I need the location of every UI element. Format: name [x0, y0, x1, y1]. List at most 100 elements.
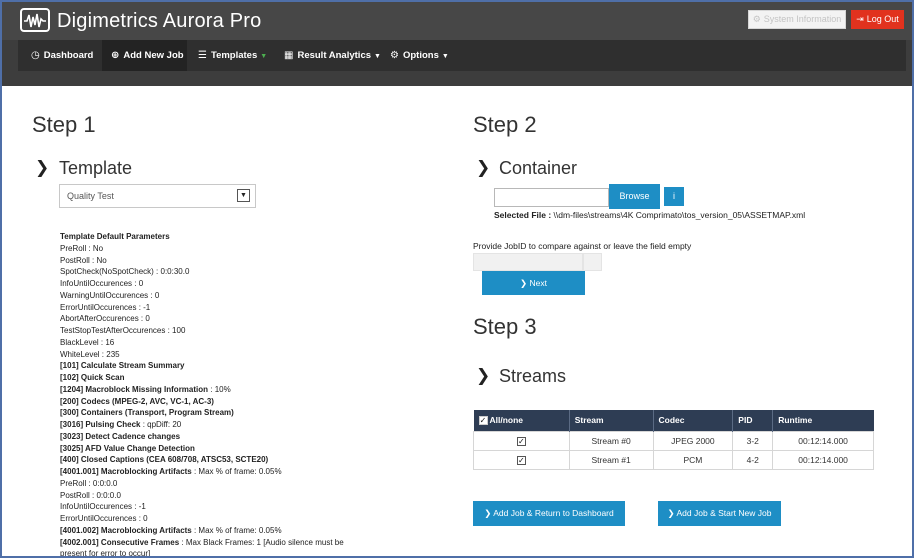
stream-cell: Stream #1	[568, 449, 654, 470]
param-line: [200] Codecs (MPEG-2, AVC, VC-1, AC-3)	[60, 396, 360, 408]
nav-options-label: Options	[402, 50, 439, 61]
param-value: PostRoll : No	[60, 255, 107, 265]
table-row: ✓ Stream #1 PCM 4-2 00:12:14.000	[473, 449, 874, 470]
param-line: [1204] Macroblock Missing Information : …	[60, 384, 360, 396]
streams-section-title: Streams	[499, 366, 567, 386]
param-value: InfoUntilOccurences : -1	[60, 502, 146, 512]
param-name: [200] Codecs (MPEG-2, AVC, VC-1, AC-3)	[60, 396, 214, 406]
param-value: WarningUntilOccurences : 0	[60, 290, 160, 300]
plus-circle-icon: ⊕	[111, 50, 120, 61]
jobid-addon	[583, 253, 602, 271]
info-icon[interactable]: i	[664, 187, 684, 206]
step3-title: Step 3	[473, 314, 537, 339]
stream-cell: Stream #0	[568, 430, 654, 451]
chevron-right-icon: ❯	[667, 508, 677, 518]
caret-down-icon: ▼	[260, 53, 268, 60]
top-bar: Digimetrics Aurora Pro ⚙ System Informati…	[2, 2, 912, 40]
param-line: PostRoll : No	[60, 255, 360, 267]
param-value: WhiteLevel : 235	[60, 349, 120, 359]
nav-menu: ◷ Dashboard ⊕ Add New Job ☰ Templates ▼ ▦ Res…	[18, 40, 906, 71]
container-section-title: Container	[499, 158, 578, 178]
next-button[interactable]: ❯ Next	[482, 271, 585, 295]
nav-templates[interactable]: ☰ Templates ▼	[190, 40, 272, 71]
nav-templates-label: Templates	[210, 50, 258, 61]
param-line: ErrorUntilOccurences : 0	[60, 513, 360, 525]
param-line: WarningUntilOccurences : 0	[60, 290, 360, 302]
param-line: [102] Quick Scan	[60, 372, 360, 384]
file-input[interactable]	[494, 188, 609, 207]
param-value: : 10%	[208, 384, 231, 394]
step1-title: Step 1	[32, 112, 96, 137]
param-value: ErrorUntilOccurences : -1	[60, 302, 151, 312]
row-checkbox-cell: ✓	[473, 449, 570, 470]
param-line: AbortAfterOccurences : 0	[60, 313, 360, 325]
nav-result-analytics-label: Result Analytics	[297, 50, 372, 61]
selected-file-path: \\dm-files\streams\4K Comprimato\tos_ver…	[551, 210, 806, 220]
param-name: [3025] AFD Value Change Detection	[60, 443, 195, 453]
param-value: PostRoll : 0:0:0.0	[60, 490, 121, 500]
add-job-return-button[interactable]: ❯ Add Job & Return to Dashboard	[473, 501, 625, 526]
codec-cell: PCM	[652, 449, 734, 470]
param-line: [300] Containers (Transport, Program Str…	[60, 407, 360, 419]
chevron-right-icon: ❯	[484, 508, 494, 518]
param-line: TestStopTestAfterOccurences : 100	[60, 325, 360, 337]
row-checkbox[interactable]: ✓	[516, 436, 526, 446]
pid-cell: 4-2	[732, 449, 774, 470]
jobid-prompt: Provide JobID to compare against or leav…	[473, 241, 692, 251]
column-header-codec: Codec	[653, 410, 734, 431]
table-icon: ▦	[284, 50, 294, 61]
row-checkbox[interactable]: ✓	[516, 455, 526, 465]
param-value: : Max % of frame: 0.05%	[191, 525, 282, 535]
selected-file: Selected File : \\dm-files\streams\4K Co…	[494, 210, 805, 220]
caret-down-icon: ▼	[374, 53, 381, 60]
nav-dashboard-label: Dashboard	[43, 50, 94, 61]
param-value: SpotCheck(NoSpotCheck) : 0:0:30.0	[60, 267, 190, 277]
jobid-input[interactable]	[473, 253, 583, 271]
browse-button[interactable]: Browse	[609, 184, 660, 209]
param-name: [3016] Pulsing Check	[60, 420, 141, 429]
chevron-right-icon: ❯	[476, 366, 491, 385]
param-line: ErrorUntilOccurences : -1	[60, 302, 360, 314]
column-header-all-none[interactable]: ✓ All/none	[473, 410, 570, 431]
column-header-runtime: Runtime	[772, 410, 874, 431]
app-brand: Digimetrics Aurora Pro	[57, 10, 262, 32]
selected-file-label: Selected File :	[494, 210, 552, 220]
param-line: [101] Calculate Stream Summary	[60, 360, 360, 372]
param-line: BlackLevel : 16	[60, 337, 360, 349]
system-information-button[interactable]: ⚙ System Information	[748, 10, 846, 29]
runtime-cell: 00:12:14.000	[772, 430, 874, 451]
param-line: InfoUntilOccurences : -1	[60, 501, 360, 513]
param-line: [3016] Pulsing Check : qpDiff: 20	[60, 419, 360, 431]
nav-options[interactable]: ⚙ Options ▼	[382, 40, 462, 71]
param-value: AbortAfterOccurences : 0	[60, 314, 150, 324]
param-line: [3025] AFD Value Change Detection	[60, 443, 360, 455]
table-row: ✓ Stream #0 JPEG 2000 3-2 00:12:14.000	[473, 430, 874, 451]
param-value: ErrorUntilOccurences : 0	[60, 514, 148, 523]
chevron-right-icon: ❯	[476, 158, 491, 177]
params-title: Template Default Parameters	[60, 232, 170, 241]
pid-cell: 3-2	[732, 430, 774, 451]
nav-add-new-job[interactable]: ⊕ Add New Job	[102, 40, 187, 71]
param-line: PreRoll : 0:0:0.0	[60, 478, 360, 490]
row-checkbox-cell: ✓	[473, 430, 570, 451]
logout-button[interactable]: ⇥ Log Out	[851, 10, 904, 29]
app-window: Digimetrics Aurora Pro ⚙ System Informati…	[0, 0, 914, 558]
template-select[interactable]: Quality Test ▼	[59, 184, 256, 208]
streams-table: ✓ All/none Stream Codec PID Runtime ✓ Str…	[473, 410, 874, 470]
template-select-value: Quality Test	[67, 191, 114, 201]
param-value: present for error to occur]	[60, 549, 151, 558]
param-line: present for error to occur]	[60, 548, 360, 558]
nav-result-analytics[interactable]: ▦ Result Analytics ▼	[276, 40, 381, 71]
column-header-pid: PID	[732, 410, 774, 431]
runtime-cell: 00:12:14.000	[772, 449, 874, 470]
logout-label: Log Out	[866, 14, 899, 24]
param-line: WhiteLevel : 235	[60, 349, 360, 361]
add-job-new-button[interactable]: ❯ Add Job & Start New Job	[658, 501, 781, 526]
checkbox-all-none[interactable]: ✓	[478, 416, 488, 426]
template-section-title: Template	[59, 158, 133, 178]
nav-dashboard[interactable]: ◷ Dashboard	[26, 40, 106, 71]
template-parameters: Template Default Parameters PreRoll : No…	[60, 231, 360, 558]
param-name: [4002.001] Consecutive Frames	[60, 537, 180, 547]
param-value: : qpDiff: 20	[140, 420, 182, 429]
param-name: [3023] Detect Cadence changes	[60, 431, 181, 441]
